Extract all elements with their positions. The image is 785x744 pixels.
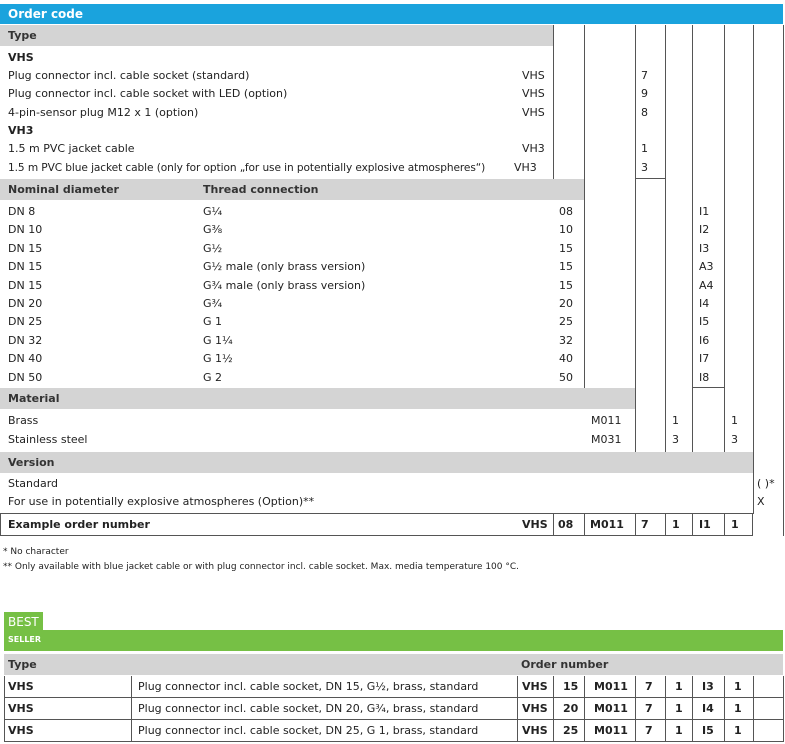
type-header: Type	[0, 25, 553, 46]
best-seller-divider	[553, 720, 554, 742]
best-seller-bar: SELLER	[4, 630, 783, 651]
best-seller-divider	[665, 676, 666, 698]
nominal-header: Nominal diameter Thread connection	[0, 179, 584, 200]
best-seller-divider	[635, 676, 636, 698]
example-order-label: Example order number	[8, 518, 150, 531]
version-header: Version	[0, 452, 753, 473]
best-seller-divider	[553, 676, 554, 698]
vh3-group-label: VH3	[8, 124, 34, 137]
best-seller-divider	[692, 676, 693, 698]
best-seller-divider	[131, 720, 132, 742]
best-seller-divider	[783, 720, 784, 742]
order-code-title: Order code	[8, 7, 84, 21]
best-seller-divider	[584, 676, 585, 698]
best-seller-divider	[131, 698, 132, 720]
best-seller-header: Type Order number	[4, 654, 783, 675]
order-code-header: Order code	[0, 4, 783, 24]
best-seller-divider	[665, 720, 666, 742]
best-seller-divider	[131, 676, 132, 698]
best-seller-divider	[724, 676, 725, 698]
best-seller-divider	[584, 720, 585, 742]
best-seller-divider	[692, 720, 693, 742]
vhs-group-label: VHS	[8, 51, 34, 64]
best-seller-divider	[517, 720, 518, 742]
best-seller-divider	[753, 720, 754, 742]
best-seller-divider	[517, 698, 518, 720]
footnote-2: ** Only available with blue jacket cable…	[3, 562, 520, 572]
best-seller-divider	[753, 676, 754, 698]
best-seller-divider	[517, 676, 518, 698]
best-seller-divider	[635, 720, 636, 742]
best-seller-divider	[753, 698, 754, 720]
best-seller-divider	[724, 698, 725, 720]
best-seller-badge: BEST	[4, 612, 43, 632]
best-seller-divider	[724, 720, 725, 742]
best-seller-divider	[692, 698, 693, 720]
best-seller-divider	[584, 698, 585, 720]
best-seller-divider	[665, 698, 666, 720]
best-seller-divider	[635, 698, 636, 720]
material-header: Material	[0, 388, 635, 409]
best-seller-divider	[783, 676, 784, 698]
best-seller-divider	[553, 698, 554, 720]
best-seller-divider	[783, 698, 784, 720]
